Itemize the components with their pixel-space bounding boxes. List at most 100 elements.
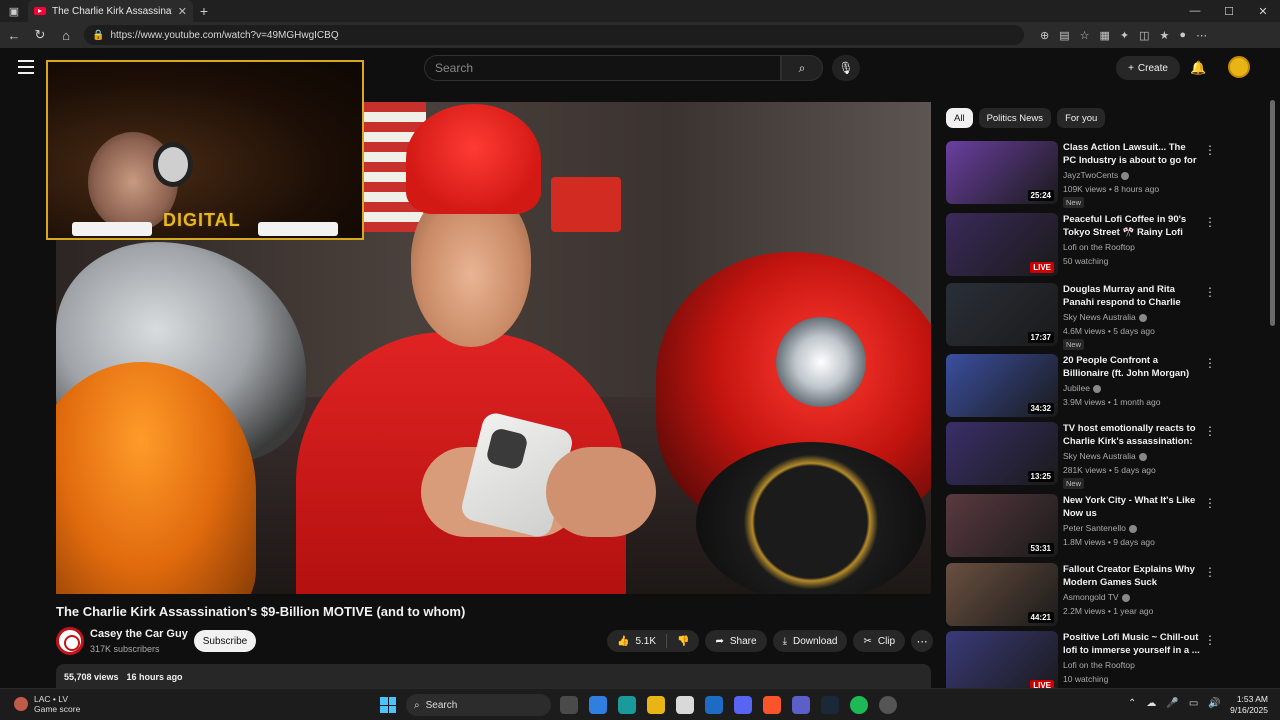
obs-icon[interactable] <box>879 696 897 714</box>
translate-icon[interactable]: ⊕ <box>1040 29 1049 42</box>
file-explorer-icon[interactable] <box>647 696 665 714</box>
recommendation-item[interactable]: 25:24 Class Action Lawsuit... The PC Indu… <box>946 141 1218 208</box>
video-thumbnail[interactable]: 17:37 <box>946 283 1058 346</box>
like-button[interactable]: 👍 5.1K <box>607 630 666 652</box>
recommendation-channel[interactable]: Lofi on the Rooftop <box>1063 660 1135 670</box>
copilot-icon[interactable] <box>589 696 607 714</box>
refresh-icon[interactable]: ↻ <box>32 27 48 43</box>
kebab-menu-icon[interactable]: ⋮ <box>1204 285 1216 299</box>
video-thumbnail[interactable]: 34:32 <box>946 354 1058 417</box>
video-thumbnail[interactable]: 13:25 <box>946 422 1058 485</box>
recommendation-item[interactable]: 44:21 Fallout Creator Explains Why Modern… <box>946 563 1218 627</box>
new-tab-button[interactable]: + <box>193 3 215 19</box>
favorite-star-icon[interactable]: ☆ <box>1080 29 1090 42</box>
profile-icon[interactable]: ● <box>1179 29 1186 42</box>
recommendation-item[interactable]: 34:32 20 People Confront a Billionaire (f… <box>946 354 1218 418</box>
recommendation-title[interactable]: Positive Lofi Music ~ Chill-out lofi to … <box>1063 631 1201 657</box>
recommendation-title[interactable]: Fallout Creator Explains Why Modern Game… <box>1063 563 1201 589</box>
favorites-icon[interactable]: ★ <box>1160 29 1170 42</box>
kebab-menu-icon[interactable]: ⋮ <box>1204 143 1216 157</box>
recommendation-item[interactable]: LIVE Peaceful Lofi Coffee in 90's Tokyo S… <box>946 213 1218 277</box>
browser-tab-active[interactable]: The Charlie Kirk Assassinatio ✕ <box>28 0 193 22</box>
channel-avatar[interactable] <box>56 627 84 655</box>
taskbar-clock[interactable]: 1:53 AM 9/16/2025 <box>1220 694 1268 716</box>
task-view-icon[interactable] <box>560 696 578 714</box>
back-icon[interactable]: ← <box>6 28 22 43</box>
widgets-button[interactable]: LAC • LV Game score <box>14 694 80 714</box>
start-button[interactable] <box>380 697 396 713</box>
share-button[interactable]: ➦ Share <box>705 630 767 652</box>
scrollbar-thumb[interactable] <box>1270 100 1275 326</box>
recommendation-title[interactable]: Class Action Lawsuit... The PC Industry … <box>1063 141 1201 167</box>
kebab-menu-icon[interactable]: ⋮ <box>1204 215 1216 229</box>
recommendation-channel[interactable]: Peter Santenello <box>1063 523 1126 533</box>
create-button[interactable]: + Create <box>1116 56 1180 80</box>
extension-icon[interactable]: ▦ <box>1100 29 1110 42</box>
notifications-bell-icon[interactable]: 🔔 <box>1190 60 1206 76</box>
brave-icon[interactable] <box>763 696 781 714</box>
account-avatar[interactable] <box>1228 56 1250 78</box>
chip-for-you[interactable]: For you <box>1057 108 1106 128</box>
close-window-icon[interactable]: ✕ <box>1246 5 1280 18</box>
recommendation-channel[interactable]: Jubilee <box>1063 383 1090 393</box>
description-box[interactable]: 55,708 views 16 hours ago <box>56 664 931 688</box>
recommendation-title[interactable]: Peaceful Lofi Coffee in 90's Tokyo Stree… <box>1063 213 1201 239</box>
recommendation-channel[interactable]: Sky News Australia <box>1063 312 1136 322</box>
download-button[interactable]: ⤓ Download <box>772 630 848 652</box>
voice-search-button[interactable]: 🎙 <box>832 55 860 81</box>
subscribe-button[interactable]: Subscribe <box>194 630 256 652</box>
store-icon[interactable] <box>676 696 694 714</box>
video-thumbnail[interactable]: LIVE <box>946 213 1058 276</box>
page-scrollbar[interactable] <box>1269 88 1277 684</box>
recommendation-channel[interactable]: JayzTwoCents <box>1063 170 1118 180</box>
recommendation-title[interactable]: New York City - What It's Like Now us <box>1063 494 1201 520</box>
video-thumbnail[interactable]: 53:31 <box>946 494 1058 557</box>
minimize-icon[interactable]: — <box>1178 5 1212 18</box>
channel-name[interactable]: Casey the Car Guy <box>90 628 188 640</box>
tab-close-icon[interactable]: ✕ <box>178 5 187 18</box>
dislike-button[interactable]: 👎 <box>667 630 699 652</box>
kebab-menu-icon[interactable]: ⋮ <box>1204 633 1216 647</box>
recommendation-channel[interactable]: Lofi on the Rooftop <box>1063 242 1135 252</box>
recommendation-channel[interactable]: Asmongold TV <box>1063 592 1119 602</box>
chevron-up-icon[interactable]: ⌃ <box>1128 698 1136 709</box>
reader-icon[interactable]: ▤ <box>1059 29 1069 42</box>
maximize-icon[interactable]: ☐ <box>1212 5 1246 18</box>
recommendation-title[interactable]: Douglas Murray and Rita Panahi respond t… <box>1063 283 1201 309</box>
search-input[interactable]: Search <box>424 55 781 81</box>
split-screen-icon[interactable]: ◫ <box>1139 29 1149 42</box>
tab-actions-icon[interactable]: ▣ <box>0 0 28 22</box>
kebab-menu-icon[interactable]: ⋮ <box>1204 356 1216 370</box>
clip-button[interactable]: ✂ Clip <box>853 630 906 652</box>
chip-politics-news[interactable]: Politics News <box>978 108 1052 128</box>
recommendation-title[interactable]: TV host emotionally reacts to Charlie Ki… <box>1063 422 1201 448</box>
discord-icon[interactable] <box>734 696 752 714</box>
volume-icon[interactable]: 🔊 <box>1208 698 1220 709</box>
mic-tray-icon[interactable]: 🎤 <box>1166 698 1178 709</box>
network-icon[interactable]: ▭ <box>1189 698 1198 709</box>
recommendation-item[interactable]: 17:37 Douglas Murray and Rita Panahi resp… <box>946 283 1218 350</box>
recommendation-title[interactable]: 20 People Confront a Billionaire (ft. Jo… <box>1063 354 1201 380</box>
video-thumbnail[interactable]: LIVE <box>946 631 1058 694</box>
video-thumbnail[interactable]: 44:21 <box>946 563 1058 626</box>
cloud-icon[interactable]: ☁ <box>1146 698 1156 709</box>
recommendation-item[interactable]: LIVE Positive Lofi Music ~ Chill-out lofi… <box>946 631 1218 695</box>
more-actions-button[interactable]: ⋯ <box>911 630 934 652</box>
puzzle-icon[interactable]: ✦ <box>1120 29 1129 42</box>
kebab-menu-icon[interactable]: ⋮ <box>1204 496 1216 510</box>
search-button[interactable]: ⌕ <box>781 55 823 81</box>
video-thumbnail[interactable]: 25:24 <box>946 141 1058 204</box>
hamburger-menu-icon[interactable] <box>18 60 34 74</box>
kebab-menu-icon[interactable]: ⋮ <box>1204 424 1216 438</box>
chip-all[interactable]: All <box>946 108 973 128</box>
spotify-icon[interactable] <box>850 696 868 714</box>
recommendation-channel[interactable]: Sky News Australia <box>1063 451 1136 461</box>
url-field[interactable]: 🔒 https://www.youtube.com/watch?v=49MGHw… <box>84 25 1024 45</box>
recommendation-item[interactable]: 53:31 New York City - What It's Like Now … <box>946 494 1218 558</box>
home-icon[interactable]: ⌂ <box>58 28 74 43</box>
edge-icon[interactable] <box>618 696 636 714</box>
outlook-icon[interactable] <box>705 696 723 714</box>
menu-dots-icon[interactable]: ⋯ <box>1196 29 1207 42</box>
taskbar-search[interactable]: ⌕ Search <box>406 694 551 716</box>
kebab-menu-icon[interactable]: ⋮ <box>1204 565 1216 579</box>
